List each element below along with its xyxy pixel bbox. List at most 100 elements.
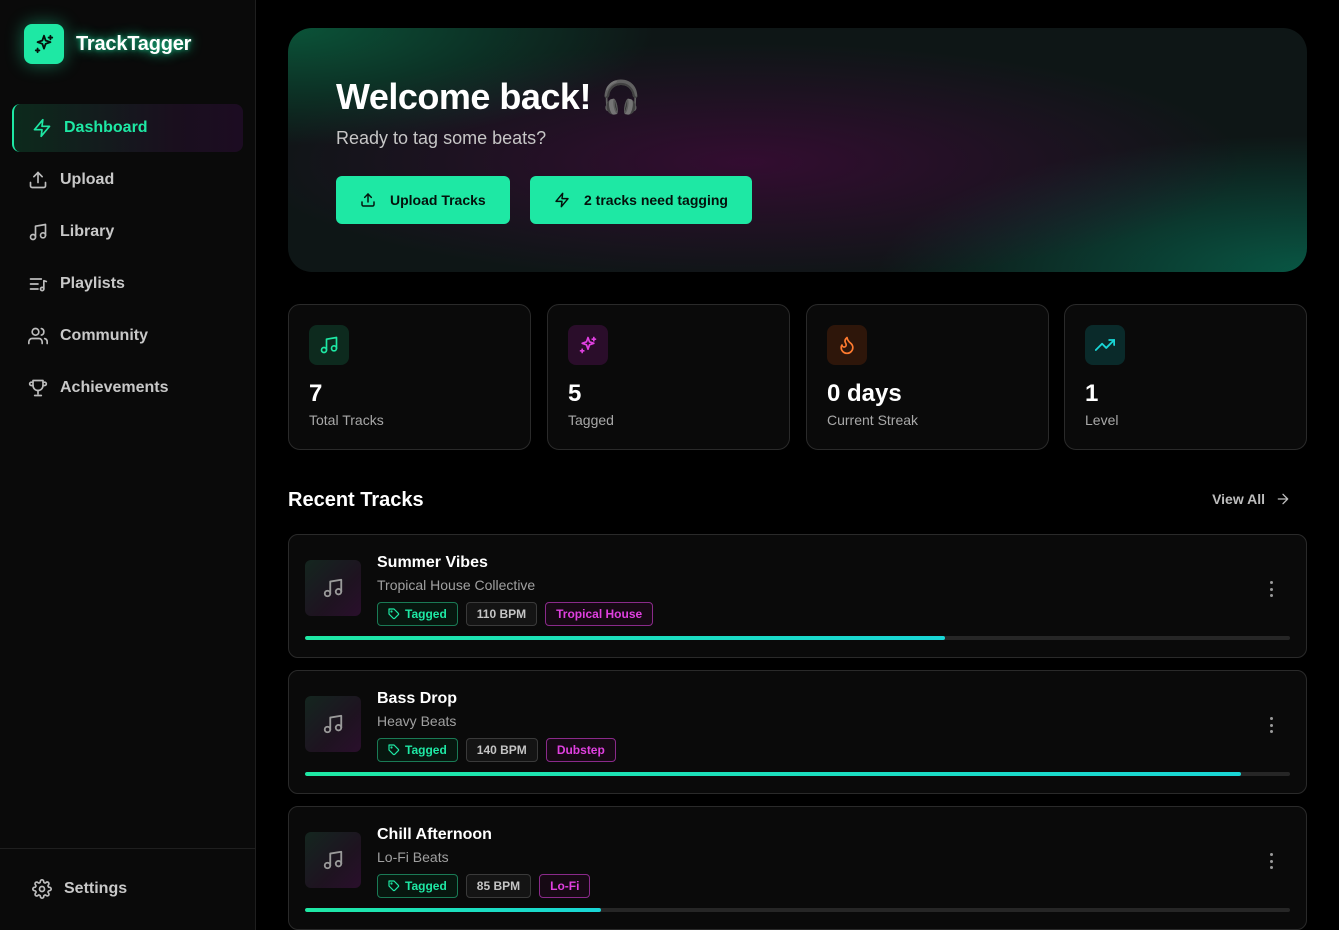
progress-bar bbox=[305, 772, 1290, 776]
status-label: Tagged bbox=[405, 607, 447, 621]
tracks-need-tagging-button[interactable]: 2 tracks need tagging bbox=[530, 176, 752, 224]
genre-badge: Tropical House bbox=[545, 602, 654, 626]
stat-card-tagged: 5 Tagged bbox=[547, 304, 790, 450]
app-name: TrackTagger bbox=[76, 32, 192, 55]
track-artist: Lo-Fi Beats bbox=[377, 849, 449, 865]
sidebar-item-label: Achievements bbox=[60, 379, 169, 396]
sidebar-item-community[interactable]: Community bbox=[12, 312, 243, 360]
more-options-icon[interactable] bbox=[1266, 581, 1276, 597]
track-title: Bass Drop bbox=[377, 690, 458, 707]
sidebar-item-dashboard[interactable]: Dashboard bbox=[12, 104, 243, 152]
sidebar-nav: Dashboard Upload Library Playlists Commu… bbox=[12, 104, 243, 416]
track-tags: Tagged 110 BPM Tropical House bbox=[377, 602, 654, 626]
arrow-right-icon bbox=[1277, 493, 1289, 505]
zap-icon bbox=[555, 192, 569, 208]
users-icon bbox=[28, 327, 48, 345]
bpm-badge: 85 BPM bbox=[465, 874, 532, 898]
stat-label: Level bbox=[1085, 412, 1119, 428]
stat-label: Tagged bbox=[568, 412, 614, 428]
recent-tracks-title: Recent Tracks bbox=[288, 489, 424, 511]
progress-fill bbox=[305, 636, 946, 640]
genre-badge: Lo-Fi bbox=[539, 874, 591, 898]
music-icon bbox=[323, 578, 343, 598]
music-icon bbox=[309, 325, 349, 365]
status-badge: Tagged bbox=[377, 602, 458, 626]
track-artist: Heavy Beats bbox=[377, 713, 457, 729]
stat-card-total-tracks: 7 Total Tracks bbox=[288, 304, 531, 450]
sidebar-item-label: Community bbox=[60, 327, 148, 344]
stat-value: 7 bbox=[309, 380, 323, 407]
music-icon bbox=[29, 223, 47, 241]
status-label: Tagged bbox=[405, 879, 447, 893]
sidebar-item-label: Upload bbox=[60, 171, 115, 188]
track-title: Chill Afternoon bbox=[377, 826, 492, 843]
stat-card-current-streak: 0 days Current Streak bbox=[806, 304, 1049, 450]
sidebar-item-label: Library bbox=[60, 223, 115, 240]
status-badge: Tagged bbox=[377, 738, 458, 762]
stat-value: 5 bbox=[568, 380, 582, 407]
settings-label: Settings bbox=[64, 880, 128, 897]
stat-label: Current Streak bbox=[827, 412, 919, 428]
zap-icon bbox=[33, 118, 51, 138]
sidebar-item-achievements[interactable]: Achievements bbox=[12, 364, 243, 412]
progress-bar bbox=[305, 908, 1290, 912]
upload-tracks-button[interactable]: Upload Tracks bbox=[336, 176, 510, 224]
hero-title: Welcome back! 🎧 bbox=[336, 76, 641, 118]
sparkles-logo-icon bbox=[24, 24, 64, 64]
flame-icon bbox=[827, 325, 867, 365]
view-all-link[interactable]: View All bbox=[1212, 491, 1291, 507]
track-artist: Tropical House Collective bbox=[377, 577, 536, 593]
status-label: Tagged bbox=[405, 743, 447, 757]
stat-card-level: 1 Level bbox=[1064, 304, 1307, 450]
status-badge: Tagged bbox=[377, 874, 458, 898]
more-options-icon[interactable] bbox=[1266, 853, 1276, 869]
brand[interactable]: TrackTagger bbox=[24, 24, 191, 64]
headphones-emoji: 🎧 bbox=[600, 79, 641, 115]
sidebar: TrackTagger Dashboard Upload Library Pla… bbox=[0, 0, 256, 930]
stat-value: 1 bbox=[1085, 380, 1099, 407]
upload-icon bbox=[361, 193, 375, 207]
playlist-icon bbox=[29, 278, 48, 292]
progress-fill bbox=[305, 772, 1241, 776]
sidebar-item-label: Dashboard bbox=[64, 119, 148, 136]
track-card[interactable]: Bass Drop Heavy Beats Tagged 140 BPM Dub… bbox=[288, 670, 1307, 794]
stat-label: Total Tracks bbox=[309, 412, 384, 428]
progress-bar bbox=[305, 636, 1290, 640]
tag-icon bbox=[388, 744, 400, 756]
sidebar-item-upload[interactable]: Upload bbox=[12, 156, 243, 204]
tracks-need-tagging-label: 2 tracks need tagging bbox=[584, 192, 728, 208]
progress-fill bbox=[305, 908, 601, 912]
track-card[interactable]: Summer Vibes Tropical House Collective T… bbox=[288, 534, 1307, 658]
track-card[interactable]: Chill Afternoon Lo-Fi Beats Tagged 85 BP… bbox=[288, 806, 1307, 930]
track-thumbnail bbox=[305, 832, 361, 888]
settings-link[interactable]: Settings bbox=[32, 879, 127, 899]
trending-up-icon bbox=[1085, 325, 1125, 365]
hero-subtitle: Ready to tag some beats? bbox=[336, 128, 547, 148]
sidebar-item-library[interactable]: Library bbox=[12, 208, 243, 256]
bpm-badge: 110 BPM bbox=[465, 602, 538, 626]
stat-value: 0 days bbox=[827, 380, 902, 407]
track-thumbnail bbox=[305, 696, 361, 752]
tag-icon bbox=[388, 608, 400, 620]
tag-icon bbox=[388, 880, 400, 892]
track-tags: Tagged 140 BPM Dubstep bbox=[377, 738, 616, 762]
gear-icon bbox=[32, 879, 52, 899]
view-all-label: View All bbox=[1212, 491, 1265, 507]
sparkles-icon bbox=[568, 325, 608, 365]
trophy-icon bbox=[28, 379, 48, 397]
sidebar-footer: Settings bbox=[0, 848, 255, 930]
music-icon bbox=[323, 714, 343, 734]
track-title: Summer Vibes bbox=[377, 554, 488, 571]
track-thumbnail bbox=[305, 560, 361, 616]
track-tags: Tagged 85 BPM Lo-Fi bbox=[377, 874, 591, 898]
bpm-badge: 140 BPM bbox=[465, 738, 538, 762]
genre-badge: Dubstep bbox=[545, 738, 616, 762]
welcome-hero: Welcome back! 🎧 Ready to tag some beats?… bbox=[288, 28, 1307, 272]
upload-icon bbox=[29, 171, 47, 189]
music-icon bbox=[323, 850, 343, 870]
upload-tracks-label: Upload Tracks bbox=[390, 192, 486, 208]
hero-title-text: Welcome back! bbox=[336, 76, 591, 117]
sidebar-item-playlists[interactable]: Playlists bbox=[12, 260, 243, 308]
sidebar-item-label: Playlists bbox=[60, 275, 125, 292]
more-options-icon[interactable] bbox=[1266, 717, 1276, 733]
